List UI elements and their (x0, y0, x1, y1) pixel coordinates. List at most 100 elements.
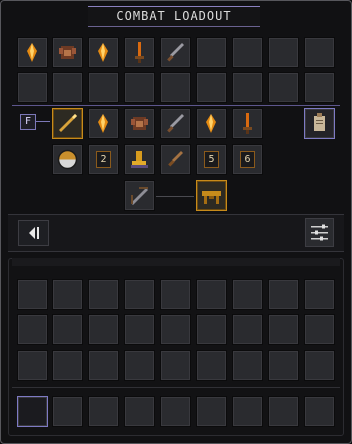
tab-bar (8, 214, 344, 252)
slot-steel-sword-1[interactable] (160, 37, 191, 68)
slot-empty[interactable] (17, 72, 48, 103)
hotbar-slot[interactable] (160, 396, 191, 427)
half-shield-icon (57, 149, 78, 170)
inventory-slot[interactable] (304, 279, 335, 310)
inventory-slot[interactable] (52, 314, 83, 345)
rank-badge: 2 (96, 151, 111, 168)
slot-dagger[interactable] (160, 144, 191, 175)
steel-sword-icon (167, 114, 184, 133)
hotbar-slot[interactable] (52, 396, 83, 427)
hotbar-slot-selected[interactable] (17, 396, 48, 427)
inventory-slot[interactable] (196, 314, 227, 345)
slot-scroll[interactable] (304, 108, 335, 139)
rank-badge: 6 (240, 151, 255, 168)
hotbar-slot[interactable] (88, 396, 119, 427)
inventory-slot[interactable] (268, 279, 299, 310)
inventory-slot[interactable] (124, 350, 155, 381)
hotbar-slot[interactable] (124, 396, 155, 427)
inventory-slot[interactable] (17, 314, 48, 345)
settings-button[interactable] (305, 218, 334, 247)
inventory-slot[interactable] (268, 314, 299, 345)
slot-empty[interactable] (160, 72, 191, 103)
inventory-slot[interactable] (160, 350, 191, 381)
slot-empty[interactable] (52, 72, 83, 103)
collapse-button[interactable] (18, 220, 49, 246)
section-divider (12, 105, 340, 106)
slot-empty[interactable] (304, 37, 335, 68)
slot-fire-sword-2[interactable] (232, 108, 263, 139)
hotbar-slot[interactable] (304, 396, 335, 427)
rust-armor-icon (131, 117, 148, 130)
inventory-slot[interactable] (160, 314, 191, 345)
slot-crystal-3[interactable] (88, 108, 119, 139)
inventory-slot[interactable] (52, 279, 83, 310)
inventory-slot[interactable] (268, 350, 299, 381)
hotbar-divider (12, 387, 340, 388)
amber-crystal-icon (206, 114, 216, 133)
amber-crystal-icon (98, 114, 108, 133)
crossbow-icon (131, 187, 148, 205)
slot-golden-spear[interactable] (52, 108, 83, 139)
slot-empty[interactable] (268, 37, 299, 68)
bench-icon (202, 191, 221, 204)
rust-armor-icon (59, 46, 76, 59)
slot-armor-2[interactable] (124, 108, 155, 139)
amber-crystal-icon (98, 43, 108, 62)
hotbar-slot[interactable] (232, 396, 263, 427)
window-title: COMBAT LOADOUT (88, 6, 260, 27)
boots-icon (131, 151, 148, 168)
scroll-icon (314, 113, 325, 131)
slot-badge-6[interactable]: 6 (232, 144, 263, 175)
inventory-slot[interactable] (88, 279, 119, 310)
inventory-slot[interactable] (52, 350, 83, 381)
slot-bench[interactable] (196, 180, 227, 211)
sliders-icon (311, 224, 328, 241)
inventory-slot[interactable] (124, 279, 155, 310)
slot-crystal-4[interactable] (196, 108, 227, 139)
slot-empty[interactable] (304, 72, 335, 103)
slot-crossbow[interactable] (124, 180, 155, 211)
inventory-slot[interactable] (196, 350, 227, 381)
slot-empty[interactable] (196, 72, 227, 103)
inventory-slot[interactable] (88, 314, 119, 345)
slot-empty[interactable] (232, 72, 263, 103)
slot-empty[interactable] (232, 37, 263, 68)
connector-line (156, 196, 194, 197)
inventory-slot[interactable] (232, 279, 263, 310)
inventory-slot[interactable] (232, 314, 263, 345)
slot-armor-1[interactable] (52, 37, 83, 68)
slot-empty[interactable] (88, 72, 119, 103)
slot-crystal-2[interactable] (88, 37, 119, 68)
inventory-slot[interactable] (304, 314, 335, 345)
fire-sword-icon (243, 113, 252, 134)
golden-spear-icon (59, 114, 77, 132)
slot-crystal-1[interactable] (17, 37, 48, 68)
slot-empty[interactable] (196, 37, 227, 68)
filter-button[interactable]: F (20, 114, 36, 130)
slot-boots[interactable] (124, 144, 155, 175)
inventory-slot[interactable] (17, 350, 48, 381)
connector-line (36, 121, 50, 122)
inventory-slot[interactable] (196, 279, 227, 310)
inventory-slot[interactable] (88, 350, 119, 381)
slot-fire-sword-1[interactable] (124, 37, 155, 68)
amber-crystal-icon (27, 43, 37, 62)
slot-badge-2[interactable]: 2 (88, 144, 119, 175)
slot-empty[interactable] (268, 72, 299, 103)
slot-badge-5[interactable]: 5 (196, 144, 227, 175)
fire-sword-icon (135, 42, 144, 63)
inventory-slot[interactable] (232, 350, 263, 381)
inventory-slot[interactable] (304, 350, 335, 381)
inventory-slot[interactable] (17, 279, 48, 310)
steel-sword-icon (167, 43, 184, 62)
inventory-scrollbar[interactable] (12, 258, 340, 266)
slot-shield[interactable] (52, 144, 83, 175)
slot-steel-sword-2[interactable] (160, 108, 191, 139)
hotbar-slot[interactable] (268, 396, 299, 427)
dagger-icon (168, 151, 183, 167)
inventory-slot[interactable] (124, 314, 155, 345)
inventory-slot[interactable] (160, 279, 191, 310)
slot-empty[interactable] (124, 72, 155, 103)
collapse-left-icon (29, 227, 39, 239)
hotbar-slot[interactable] (196, 396, 227, 427)
